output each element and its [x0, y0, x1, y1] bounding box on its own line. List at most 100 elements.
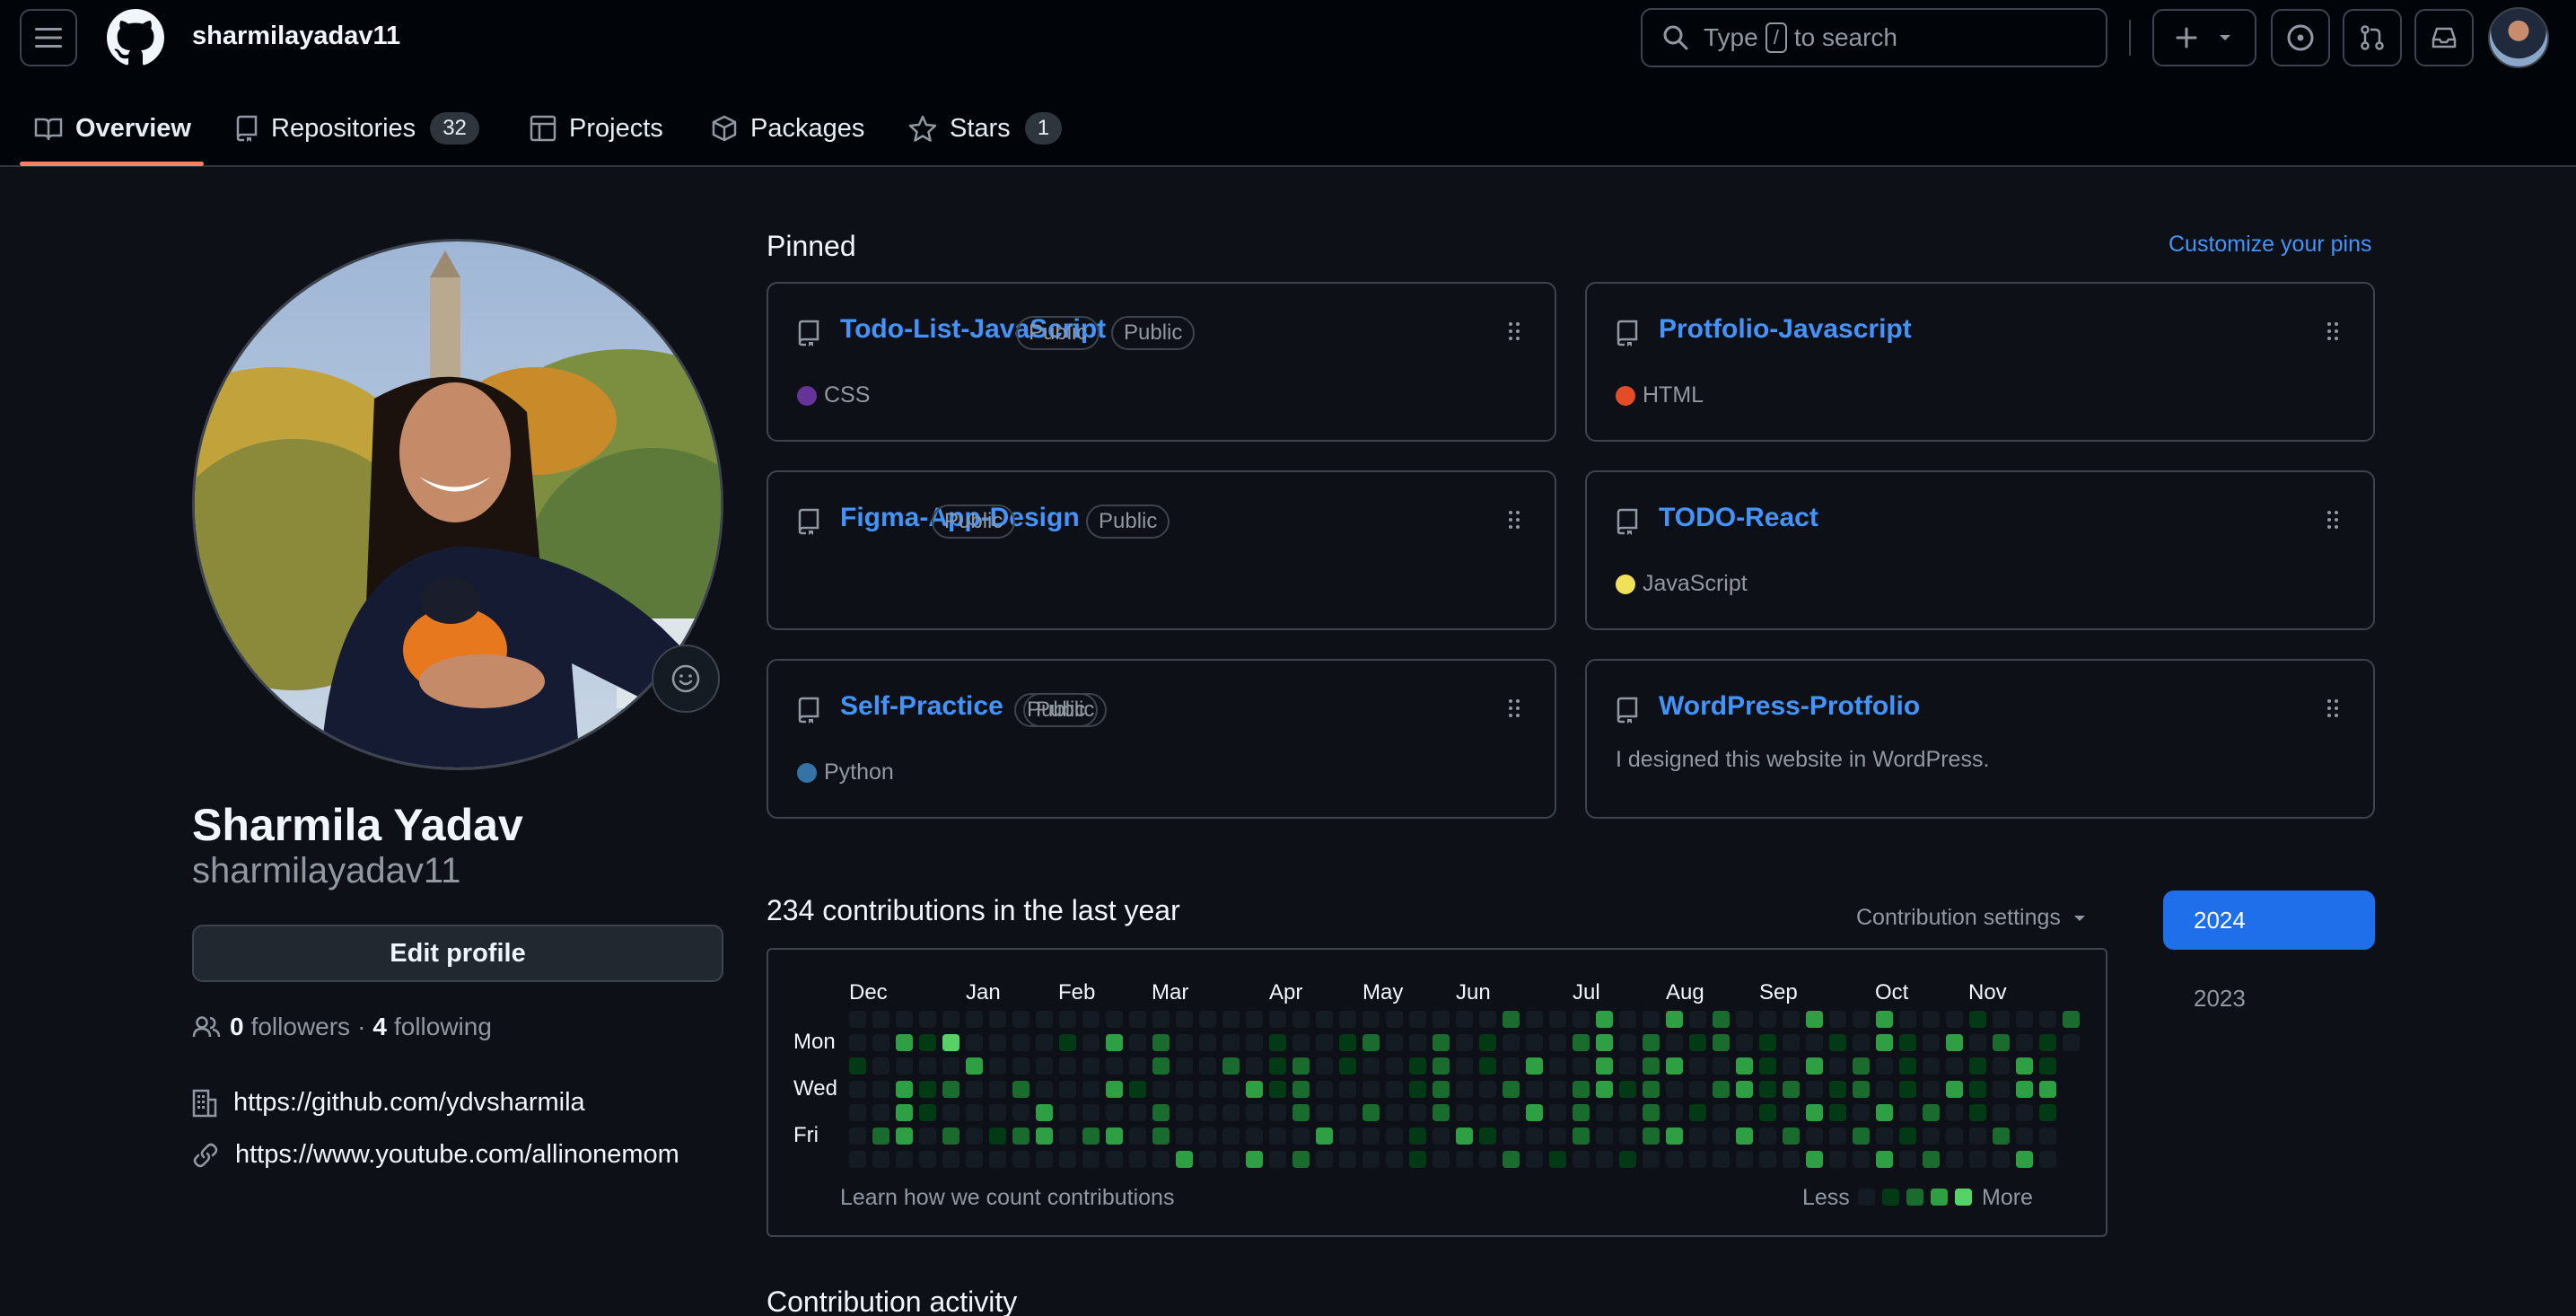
- contribution-settings-button[interactable]: Contribution settings: [1856, 905, 2088, 931]
- people-icon: [192, 1016, 221, 1038]
- drag-handle-icon[interactable]: [1508, 698, 1520, 718]
- issues-button[interactable]: [2271, 9, 2330, 66]
- language-label: Python: [824, 759, 894, 785]
- tab-repositories[interactable]: Repositories 32: [235, 90, 479, 167]
- legend-cell: [1931, 1189, 1948, 1206]
- month-label: Nov: [1968, 980, 2007, 1005]
- pinned-repo-link[interactable]: Self-Practice: [840, 691, 1003, 722]
- caret-down-icon: [2073, 915, 2085, 921]
- language-label: JavaScript: [1643, 571, 1748, 596]
- tab-projects-label: Projects: [569, 113, 663, 143]
- repo-icon: [1617, 508, 1638, 535]
- legend-cell: [1955, 1189, 1972, 1206]
- followers-link[interactable]: followers: [251, 1013, 350, 1041]
- repo-icon: [798, 508, 819, 535]
- day-label-fri: Fri: [793, 1123, 819, 1147]
- issue-icon: [2287, 24, 2314, 51]
- profile-avatar[interactable]: [192, 239, 723, 770]
- repo-language: HTML: [1616, 382, 1704, 408]
- user-avatar[interactable]: [2488, 7, 2549, 68]
- website-link[interactable]: https://github.com/ydvsharmila: [233, 1088, 585, 1118]
- pinned-repo-card: Todo-List-JavaScript Public CSS: [767, 282, 1556, 442]
- pinned-repo-link[interactable]: WordPress-Protfolio: [1659, 691, 1920, 722]
- tab-stars-label: Stars: [950, 113, 1011, 143]
- follow-stats: 0 followers · 4 following: [192, 1013, 492, 1041]
- language-color-dot: [797, 762, 817, 783]
- month-label: Feb: [1058, 980, 1096, 1005]
- repo-description: I designed this website in WordPress.: [1616, 747, 1990, 772]
- following-link[interactable]: following: [394, 1013, 492, 1041]
- pinned-heading: Pinned: [767, 230, 856, 262]
- pinned-repo-card: Self-Practice Public Python: [767, 659, 1556, 819]
- drag-handle-icon[interactable]: [2326, 510, 2339, 530]
- tab-packages[interactable]: Packages: [711, 90, 864, 167]
- year-button-2023[interactable]: 2023: [2194, 985, 2246, 1013]
- repositories-count-badge: 32: [430, 112, 479, 145]
- legend-more-label: More: [1982, 1185, 2033, 1210]
- following-count[interactable]: 4: [372, 1013, 387, 1041]
- pinned-repo-card: TODO-React Public JavaScript: [932, 470, 2375, 630]
- language-label: CSS: [824, 382, 871, 408]
- repo-language: JavaScript: [1616, 571, 1748, 597]
- active-tab-indicator: [20, 162, 204, 166]
- month-label: Sep: [1759, 980, 1798, 1005]
- repo-icon: [236, 115, 258, 142]
- edit-profile-button[interactable]: Edit profile: [192, 925, 723, 982]
- language-label: HTML: [1643, 382, 1704, 408]
- social-link[interactable]: https://www.youtube.com/allinonemom: [235, 1140, 679, 1170]
- set-status-button[interactable]: [652, 645, 720, 713]
- legend-less-label: Less: [1802, 1185, 1850, 1210]
- smiley-icon: [671, 664, 700, 693]
- tab-stars[interactable]: Stars 1: [908, 90, 1063, 167]
- drag-handle-icon[interactable]: [2326, 698, 2339, 718]
- tab-packages-label: Packages: [750, 113, 865, 143]
- follow-separator: ·: [357, 1013, 366, 1040]
- link-icon: [193, 1143, 218, 1167]
- day-label-mon: Mon: [793, 1030, 836, 1054]
- customize-pins-link[interactable]: Customize your pins: [2169, 232, 2371, 258]
- learn-contributions-link[interactable]: Learn how we count contributions: [840, 1185, 1174, 1211]
- repo-icon: [1617, 320, 1638, 347]
- language-color-dot: [1616, 385, 1635, 406]
- tab-projects[interactable]: Projects: [530, 90, 663, 167]
- tab-overview[interactable]: Overview: [34, 90, 191, 167]
- year-button-2024[interactable]: 2024: [2163, 890, 2375, 950]
- contributions-heading: 234 contributions in the last year: [767, 894, 1180, 926]
- contribution-settings-label: Contribution settings: [1856, 905, 2061, 930]
- month-label: Aug: [1666, 980, 1704, 1005]
- visibility-badge: Public: [1023, 693, 1108, 727]
- pinned-repo-card: Figma-App-Design Public: [767, 470, 1556, 630]
- search-icon: [1663, 25, 1688, 50]
- pinned-repo-link[interactable]: Protfolio-Javascript: [1659, 314, 1912, 345]
- visibility-badge: Public: [1086, 504, 1170, 539]
- profile-website: https://github.com/ydvsharmila: [192, 1088, 585, 1118]
- menu-button[interactable]: [20, 9, 77, 66]
- repo-icon: [798, 320, 819, 347]
- drag-handle-icon[interactable]: [2326, 321, 2339, 341]
- pinned-repo-link[interactable]: TODO-React: [1659, 503, 1818, 533]
- github-logo-icon[interactable]: [107, 9, 164, 66]
- visibility-badge: Public: [1016, 316, 1100, 350]
- organization-icon: [192, 1089, 217, 1117]
- month-label: Apr: [1269, 980, 1303, 1005]
- create-new-button[interactable]: [2152, 9, 2256, 66]
- star-icon: [908, 115, 937, 142]
- header-divider: [2129, 20, 2131, 56]
- search-input[interactable]: Type / to search: [1641, 8, 2107, 67]
- repo-language: Python: [797, 759, 894, 785]
- search-prefix: Type: [1704, 23, 1758, 51]
- inbox-button[interactable]: [2414, 9, 2474, 66]
- language-color-dot: [1616, 574, 1635, 594]
- hamburger-icon: [35, 28, 62, 48]
- package-icon: [712, 115, 737, 142]
- search-shortcut-key: /: [1765, 22, 1787, 53]
- drag-handle-icon[interactable]: [1508, 510, 1520, 530]
- drag-handle-icon[interactable]: [1508, 321, 1520, 341]
- followers-count[interactable]: 0: [230, 1013, 244, 1041]
- visibility-badge: Public: [1111, 316, 1196, 350]
- repo-icon: [798, 697, 819, 724]
- table-icon: [530, 115, 556, 142]
- search-suffix: to search: [1793, 23, 1897, 51]
- header-username[interactable]: sharmilayadav11: [192, 22, 400, 51]
- pull-requests-button[interactable]: [2343, 9, 2402, 66]
